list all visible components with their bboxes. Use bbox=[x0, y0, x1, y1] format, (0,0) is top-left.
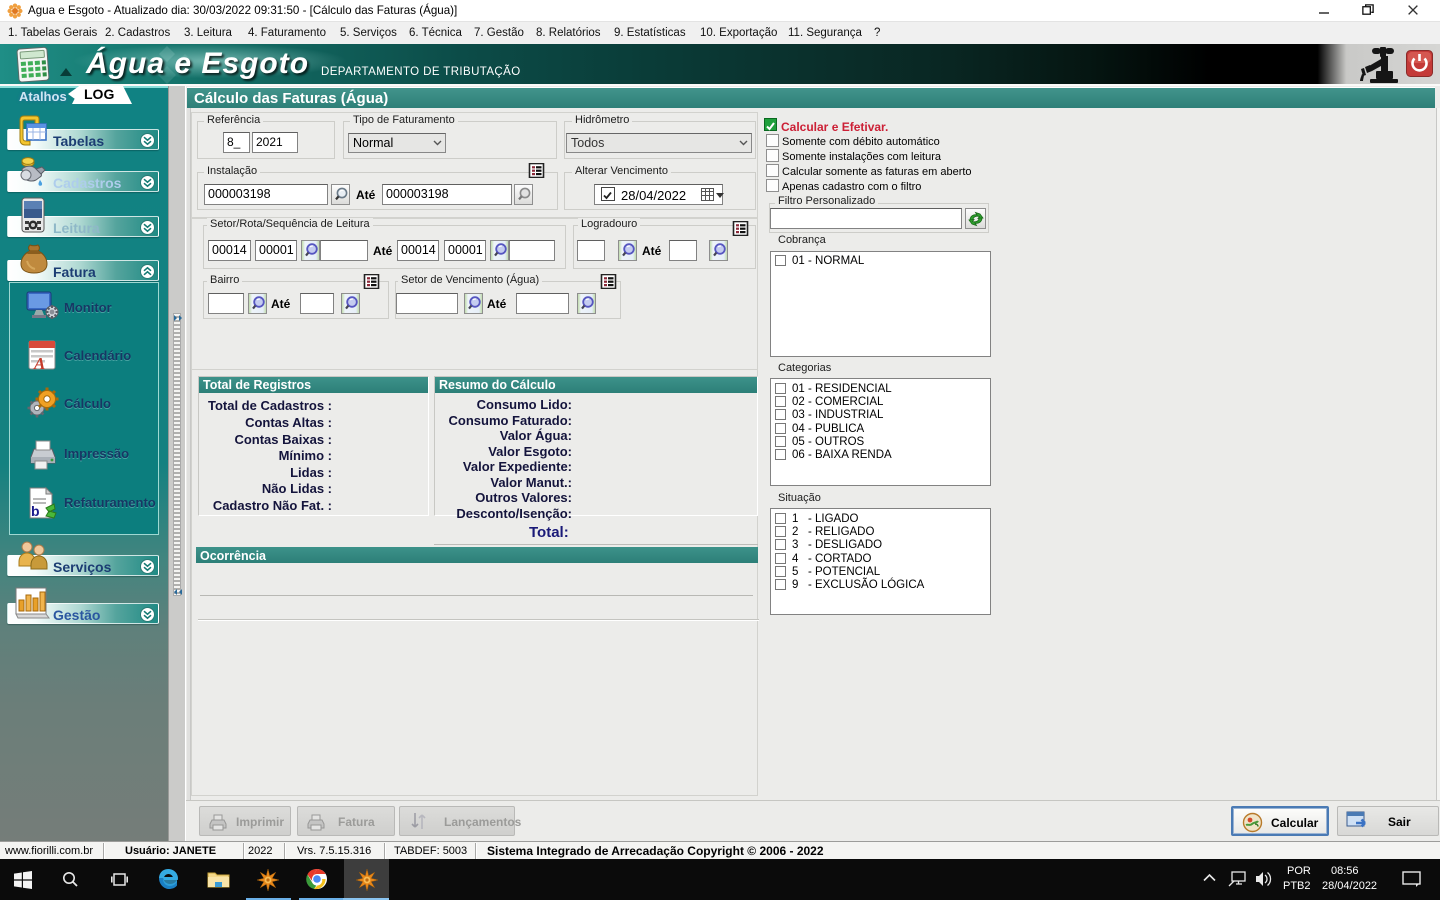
svg-text:b: b bbox=[31, 503, 40, 519]
svg-text:A: A bbox=[33, 354, 45, 372]
svg-text:LOG: LOG bbox=[84, 86, 114, 102]
